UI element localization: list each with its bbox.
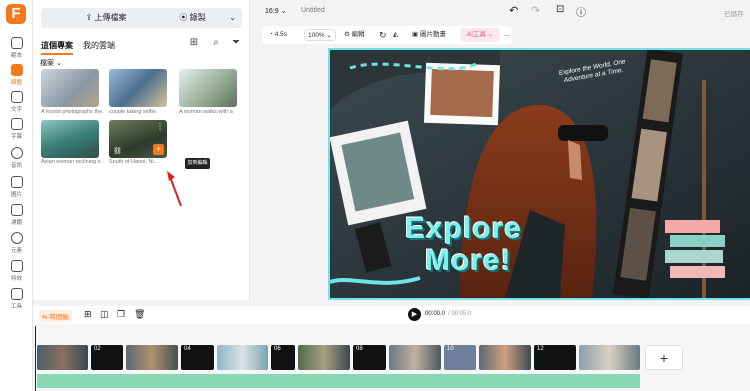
media-thumb-3[interactable] bbox=[179, 69, 237, 107]
sidebar-item-text[interactable]: 文字 bbox=[0, 89, 33, 117]
sidebar-item-media[interactable]: 媒體 bbox=[0, 62, 33, 90]
sidebar-item-template[interactable]: 範本 bbox=[0, 35, 33, 63]
timeline-clip-1[interactable] bbox=[37, 345, 88, 370]
timeline-clip-10[interactable]: 10 bbox=[444, 345, 476, 370]
media-caption: South of Hanoi, Ni... bbox=[109, 159, 159, 165]
media-caption: Asian woman reclining o... bbox=[41, 159, 103, 165]
canvas-artwork bbox=[330, 50, 750, 298]
sidebar-item-filter[interactable]: 濾鏡 bbox=[0, 202, 33, 230]
filter-icon[interactable]: ⏷ bbox=[229, 36, 243, 50]
record-button[interactable]: ⦿ 錄製 ⌄ bbox=[143, 8, 242, 28]
duplicate-icon[interactable]: ❐ bbox=[117, 309, 125, 320]
split-icon[interactable]: ◫ bbox=[100, 309, 109, 320]
tooltip-add-to-edit: 加到編輯 bbox=[185, 158, 210, 169]
screenshot-icon[interactable]: ⊡ bbox=[556, 4, 564, 15]
app-logo: F bbox=[6, 4, 26, 24]
elements-icon bbox=[10, 232, 23, 244]
save-status: 已儲存 bbox=[724, 11, 744, 18]
media-caption: A tourist photographs the... bbox=[41, 109, 103, 115]
photo-frame-top bbox=[423, 62, 501, 126]
top-bar: 16:9 ⌄ Untitled ↶ ↷ ⊡ ⓘ 已儲存 bbox=[250, 0, 750, 24]
subtitle-icon bbox=[10, 118, 23, 130]
playhead[interactable] bbox=[35, 326, 36, 391]
media-thumb-1[interactable] bbox=[41, 69, 99, 107]
image-icon bbox=[10, 176, 23, 188]
tab-this-project[interactable]: 這個專案 bbox=[41, 40, 73, 55]
timeline-clip-11[interactable] bbox=[479, 345, 531, 370]
audio-icon bbox=[10, 147, 23, 159]
media-thumb-2[interactable] bbox=[109, 69, 167, 107]
left-sidebar: F 範本 媒體 文字 字幕 音訊 圖片 濾鏡 元素 特效 工具 bbox=[0, 0, 33, 391]
timeline-clip-12[interactable]: 12 bbox=[534, 345, 576, 370]
timeline-clip-5[interactable] bbox=[217, 345, 268, 370]
tab-my-cloud[interactable]: 我的雲端 bbox=[83, 40, 115, 51]
text-icon bbox=[10, 91, 23, 103]
rotate-icon[interactable]: ↻ bbox=[379, 29, 387, 41]
zoom-select[interactable]: 100% ⌄ bbox=[304, 29, 336, 41]
edit-button[interactable]: ⚙ 編輯 bbox=[344, 29, 365, 41]
filter-icon bbox=[10, 204, 23, 216]
sidebar-item-tools[interactable]: 工具 bbox=[0, 286, 33, 314]
canvas-headline-2: More! bbox=[425, 244, 512, 277]
duration-button[interactable]: ◔ 4.5s bbox=[269, 29, 287, 41]
media-icon bbox=[10, 64, 23, 76]
media-panel: ⇪ 上傳檔案 ⌄ ⦿ 錄製⌄ 這個專案 我的雲端 ⊞ ⌕ ⏷ 檔案 ⌄ A to… bbox=[33, 0, 250, 300]
add-clip-button[interactable]: + bbox=[645, 345, 683, 370]
pointer-arrow bbox=[167, 171, 182, 207]
add-to-timeline-icon[interactable]: + bbox=[153, 144, 164, 155]
timeline-clip-6[interactable]: 06 bbox=[271, 345, 295, 370]
chevron-down-icon: ⌄ bbox=[229, 13, 236, 22]
canvas-headline-1: Explore bbox=[405, 212, 523, 245]
more-options[interactable]: ... bbox=[504, 29, 509, 41]
record-icon: ⦿ bbox=[179, 13, 190, 22]
timeline-clip-8[interactable]: 08 bbox=[353, 345, 386, 370]
sidebar-item-elements[interactable]: 元素 bbox=[0, 230, 33, 258]
sidebar-item-effects[interactable]: 特效 bbox=[0, 258, 33, 286]
timeline-clip-4[interactable]: 04 bbox=[181, 345, 214, 370]
delete-icon[interactable]: 🗑 bbox=[134, 309, 145, 320]
timeline-toggle[interactable]: ⇆ 時間軸 bbox=[39, 310, 72, 322]
play-button[interactable]: ▶ bbox=[408, 308, 421, 321]
add-track-icon[interactable]: ⊞ bbox=[84, 309, 92, 320]
add-folder-icon[interactable]: ⊞ bbox=[187, 36, 201, 50]
time-total: / 00:05.0 bbox=[448, 311, 472, 317]
sidebar-item-audio[interactable]: 音訊 bbox=[0, 145, 33, 173]
tools-icon bbox=[10, 288, 23, 300]
template-icon bbox=[10, 37, 23, 49]
redo-icon[interactable]: ↷ bbox=[531, 4, 540, 17]
flip-icon[interactable]: ◭ bbox=[393, 29, 398, 41]
undo-icon[interactable]: ↶ bbox=[509, 4, 518, 17]
edit-toolbar: ◔ 4.5s 100% ⌄ ⚙ 編輯 ↻ ◭ ▣ 圖片動畫 AI工具 ⌄ ... bbox=[262, 26, 512, 44]
more-icon[interactable]: ⋮ bbox=[156, 122, 164, 131]
section-files: 檔案 ⌄ bbox=[40, 60, 62, 67]
media-thumb-4[interactable] bbox=[41, 120, 99, 158]
search-icon[interactable]: ⌕ bbox=[209, 36, 223, 50]
image-animation-button[interactable]: ▣ 圖片動畫 bbox=[412, 29, 446, 41]
media-caption: A woman walks with a bbox=[179, 109, 233, 115]
media-thumb-5[interactable]: ⋮ ⛓ + bbox=[109, 120, 167, 158]
effects-icon bbox=[10, 260, 23, 272]
ai-tools-button[interactable]: AI工具 ⌄ bbox=[461, 28, 499, 42]
help-icon[interactable]: ⓘ bbox=[576, 4, 586, 19]
timeline-clip-9[interactable] bbox=[389, 345, 441, 370]
timeline-clip-7[interactable] bbox=[298, 345, 350, 370]
timeline-clip-13[interactable] bbox=[579, 345, 640, 370]
audio-waveform[interactable] bbox=[37, 374, 640, 388]
timeline-toolbar: ⇆ 時間軸 ⊞ ◫ ❐ 🗑 ▶ 00:00.0 / 00:05.0 bbox=[33, 306, 750, 324]
time-current: 00:00.0 bbox=[425, 311, 446, 317]
aspect-ratio-select[interactable]: 16:9 ⌄ bbox=[265, 7, 286, 15]
timeline-clip-2[interactable]: 02 bbox=[91, 345, 123, 370]
preview-canvas[interactable]: Explore the World, One Adventure at a Ti… bbox=[328, 48, 750, 300]
media-caption: couple taking selfie bbox=[109, 109, 156, 115]
timeline-clip-3[interactable] bbox=[126, 345, 178, 370]
sidebar-item-subtitle[interactable]: 字幕 bbox=[0, 116, 33, 144]
link-icon: ⛓ bbox=[113, 148, 122, 155]
sidebar-item-image[interactable]: 圖片 bbox=[0, 174, 33, 202]
chevron-down-icon: ⌄ bbox=[55, 60, 62, 67]
project-title[interactable]: Untitled bbox=[301, 7, 325, 14]
